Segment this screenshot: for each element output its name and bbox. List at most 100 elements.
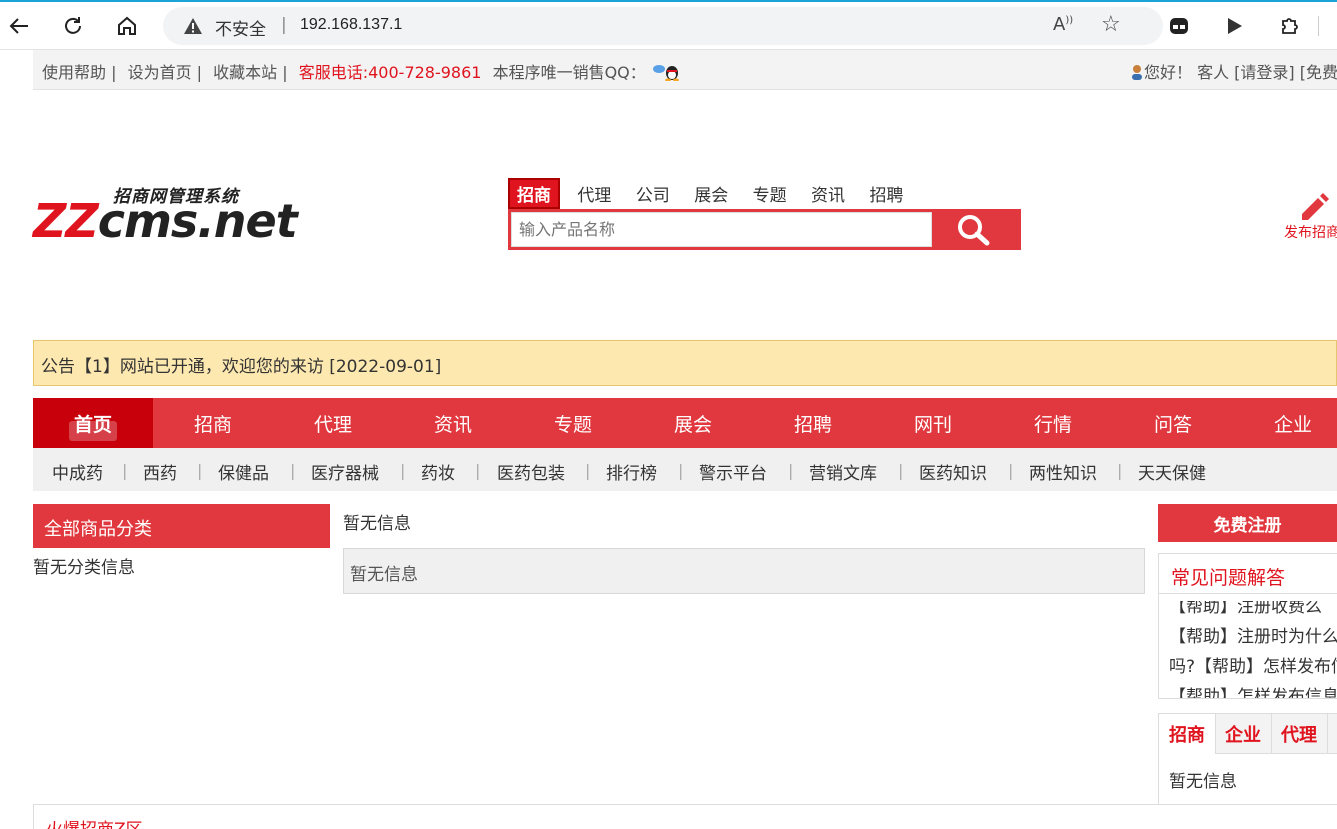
subnav-xiyao[interactable]: 西药	[143, 459, 177, 484]
faq-item[interactable]: 【帮助】怎样发布信息	[1169, 682, 1337, 698]
main-nav: 首页 招商 代理 资讯 专题 展会 招聘 网刊 行情 问答 企业	[33, 398, 1337, 448]
info-tab-daili[interactable]: 代理	[1271, 714, 1328, 754]
info-tabs-panel: 招商 企业 代理 暂无信息	[1158, 713, 1337, 805]
greeting-text[interactable]: 您好！ 客人 [请登录] [免费	[1144, 63, 1337, 82]
register-label: 免费注册	[1213, 515, 1282, 536]
bookmark-link[interactable]: 收藏本站 |	[213, 63, 287, 82]
hotline-text: 客服电话:400-728-9861	[298, 63, 482, 82]
nav-zhuanti[interactable]: 专题	[513, 398, 633, 448]
help-link[interactable]: 使用帮助 |	[42, 63, 116, 82]
home-icon[interactable]	[113, 12, 141, 40]
nav-zixun[interactable]: 资讯	[393, 398, 513, 448]
info-tabs-empty-text: 暂无信息	[1169, 772, 1237, 792]
reload-icon[interactable]	[59, 12, 87, 40]
read-aloud-icon[interactable]: A))	[1053, 14, 1073, 35]
search-icon	[957, 214, 989, 245]
publish-label: 发布招商	[1284, 225, 1337, 241]
nav-wenda[interactable]: 问答	[1113, 398, 1233, 448]
hot-zone-title[interactable]: 火爆招商Z区	[46, 815, 143, 829]
browser-toolbar: 不安全 | 192.168.137.1 A)) ☆	[0, 0, 1337, 50]
subnav-separator: |	[400, 461, 406, 480]
nav-wangkan[interactable]: 网刊	[873, 398, 993, 448]
subnav-separator: |	[585, 461, 591, 480]
subnav-separator: |	[475, 461, 481, 480]
favorite-star-icon[interactable]: ☆	[1101, 12, 1121, 37]
middle-info-box: 暂无信息	[343, 548, 1145, 594]
pencil-icon	[1302, 193, 1329, 220]
search-tab-zhaopin[interactable]: 招聘	[862, 179, 910, 208]
search-input[interactable]	[511, 212, 932, 247]
sub-nav: 中成药 | 西药 | 保健品 | 医疗器械 | 药妆 | 医药包装 | 排行榜 …	[33, 448, 1337, 491]
nav-qiye[interactable]: 企业	[1233, 398, 1337, 448]
info-tab-qiye[interactable]: 企业	[1215, 714, 1272, 754]
address-separator: |	[281, 15, 287, 35]
subnav-yiyaobaozhuang[interactable]: 医药包装	[497, 459, 565, 484]
faq-item[interactable]: 【帮助】注册收费么	[1169, 601, 1322, 617]
notice-text[interactable]: 公告【1】网站已开通，欢迎您的来访 [2022-09-01]	[41, 352, 441, 377]
info-tab-zhaoshang[interactable]: 招商	[1159, 714, 1216, 754]
category-title[interactable]: 全部商品分类	[44, 515, 152, 541]
subnav-tiantianbaojian[interactable]: 天天保健	[1138, 459, 1206, 484]
nav-home-label: 首页	[73, 413, 112, 436]
url-text[interactable]: 192.168.137.1	[300, 16, 402, 34]
info-tabs: 招商 企业 代理	[1159, 714, 1337, 754]
search-tab-gongsi[interactable]: 公司	[629, 179, 677, 208]
nav-zhanhui[interactable]: 展会	[633, 398, 753, 448]
search-button[interactable]	[926, 209, 1021, 250]
hot-zone-section: 火爆招商Z区	[33, 804, 1158, 829]
faq-panel: 常见问题解答 【帮助】注册收费么 【帮助】注册时为什么 吗?【帮助】怎样发布信息…	[1158, 553, 1337, 699]
faq-item[interactable]: 吗?【帮助】怎样发布信息	[1169, 652, 1337, 677]
subnav-baojianpin[interactable]: 保健品	[218, 459, 269, 484]
search-tabs: 招商 代理 公司 展会 专题 资讯 招聘	[508, 178, 915, 209]
middle-title: 暂无信息	[343, 514, 411, 534]
nav-daili[interactable]: 代理	[273, 398, 393, 448]
qq-penguin-icon[interactable]	[651, 63, 683, 81]
search-tab-daili[interactable]: 代理	[570, 179, 618, 208]
middle-box-text: 暂无信息	[350, 565, 418, 585]
nav-home[interactable]: 首页	[33, 398, 153, 448]
search-tab-zhanhui[interactable]: 展会	[687, 179, 735, 208]
address-bar[interactable]: 不安全 | 192.168.137.1 A)) ☆	[163, 7, 1163, 45]
search-tab-zixun[interactable]: 资讯	[804, 179, 852, 208]
subnav-yingxiaowenku[interactable]: 营销文库	[809, 459, 877, 484]
extensions-puzzle-icon[interactable]	[1275, 12, 1303, 40]
subnav-yiliaoqixie[interactable]: 医疗器械	[311, 459, 379, 484]
subnav-separator: |	[1117, 461, 1123, 480]
logo-brand: ZZcms.net	[33, 194, 298, 248]
subnav-zhongchengyao[interactable]: 中成药	[52, 459, 103, 484]
subnav-separator: |	[788, 461, 794, 480]
subnav-separator: |	[678, 461, 684, 480]
register-button[interactable]: 免费注册	[1158, 504, 1337, 542]
subnav-jingshipingtai[interactable]: 警示平台	[699, 459, 767, 484]
subnav-separator: |	[1008, 461, 1014, 480]
subnav-liangxingzhishi[interactable]: 两性知识	[1029, 459, 1097, 484]
notice-bar: 公告【1】网站已开通，欢迎您的来访 [2022-09-01]	[33, 340, 1337, 386]
nav-hangqing[interactable]: 行情	[993, 398, 1113, 448]
nav-zhaoshang[interactable]: 招商	[153, 398, 273, 448]
logo-brand-rest: cms.net	[97, 194, 298, 248]
subnav-yiyaozhishi[interactable]: 医药知识	[919, 459, 987, 484]
logo-brand-zz: ZZ	[33, 194, 99, 248]
back-arrow-icon[interactable]	[5, 12, 33, 40]
subnav-separator: |	[898, 461, 904, 480]
browser-accent-line	[0, 0, 1337, 2]
user-icon	[1132, 65, 1142, 80]
subnav-separator: |	[197, 461, 203, 480]
toolbar-divider	[1318, 16, 1319, 36]
search-tab-zhaoshang[interactable]: 招商	[508, 178, 560, 209]
subnav-separator: |	[290, 461, 296, 480]
qq-label: 本程序唯一销售QQ：	[492, 63, 646, 82]
play-icon[interactable]	[1220, 12, 1248, 40]
subnav-paihangbang[interactable]: 排行榜	[606, 459, 657, 484]
faq-title: 常见问题解答	[1171, 567, 1286, 589]
subnav-yaozhuang[interactable]: 药妆	[421, 459, 455, 484]
category-header: 全部商品分类	[33, 504, 330, 548]
extension-game-icon[interactable]	[1165, 12, 1193, 40]
site-logo[interactable]: 招商网管理系统 ZZcms.net	[33, 180, 298, 248]
faq-item[interactable]: 【帮助】注册时为什么	[1169, 622, 1337, 647]
search-tab-zhuanti[interactable]: 专题	[746, 179, 794, 208]
nav-zhaopin[interactable]: 招聘	[753, 398, 873, 448]
set-home-link[interactable]: 设为首页 |	[128, 63, 202, 82]
subnav-separator: |	[122, 461, 128, 480]
search-box	[508, 209, 1021, 250]
